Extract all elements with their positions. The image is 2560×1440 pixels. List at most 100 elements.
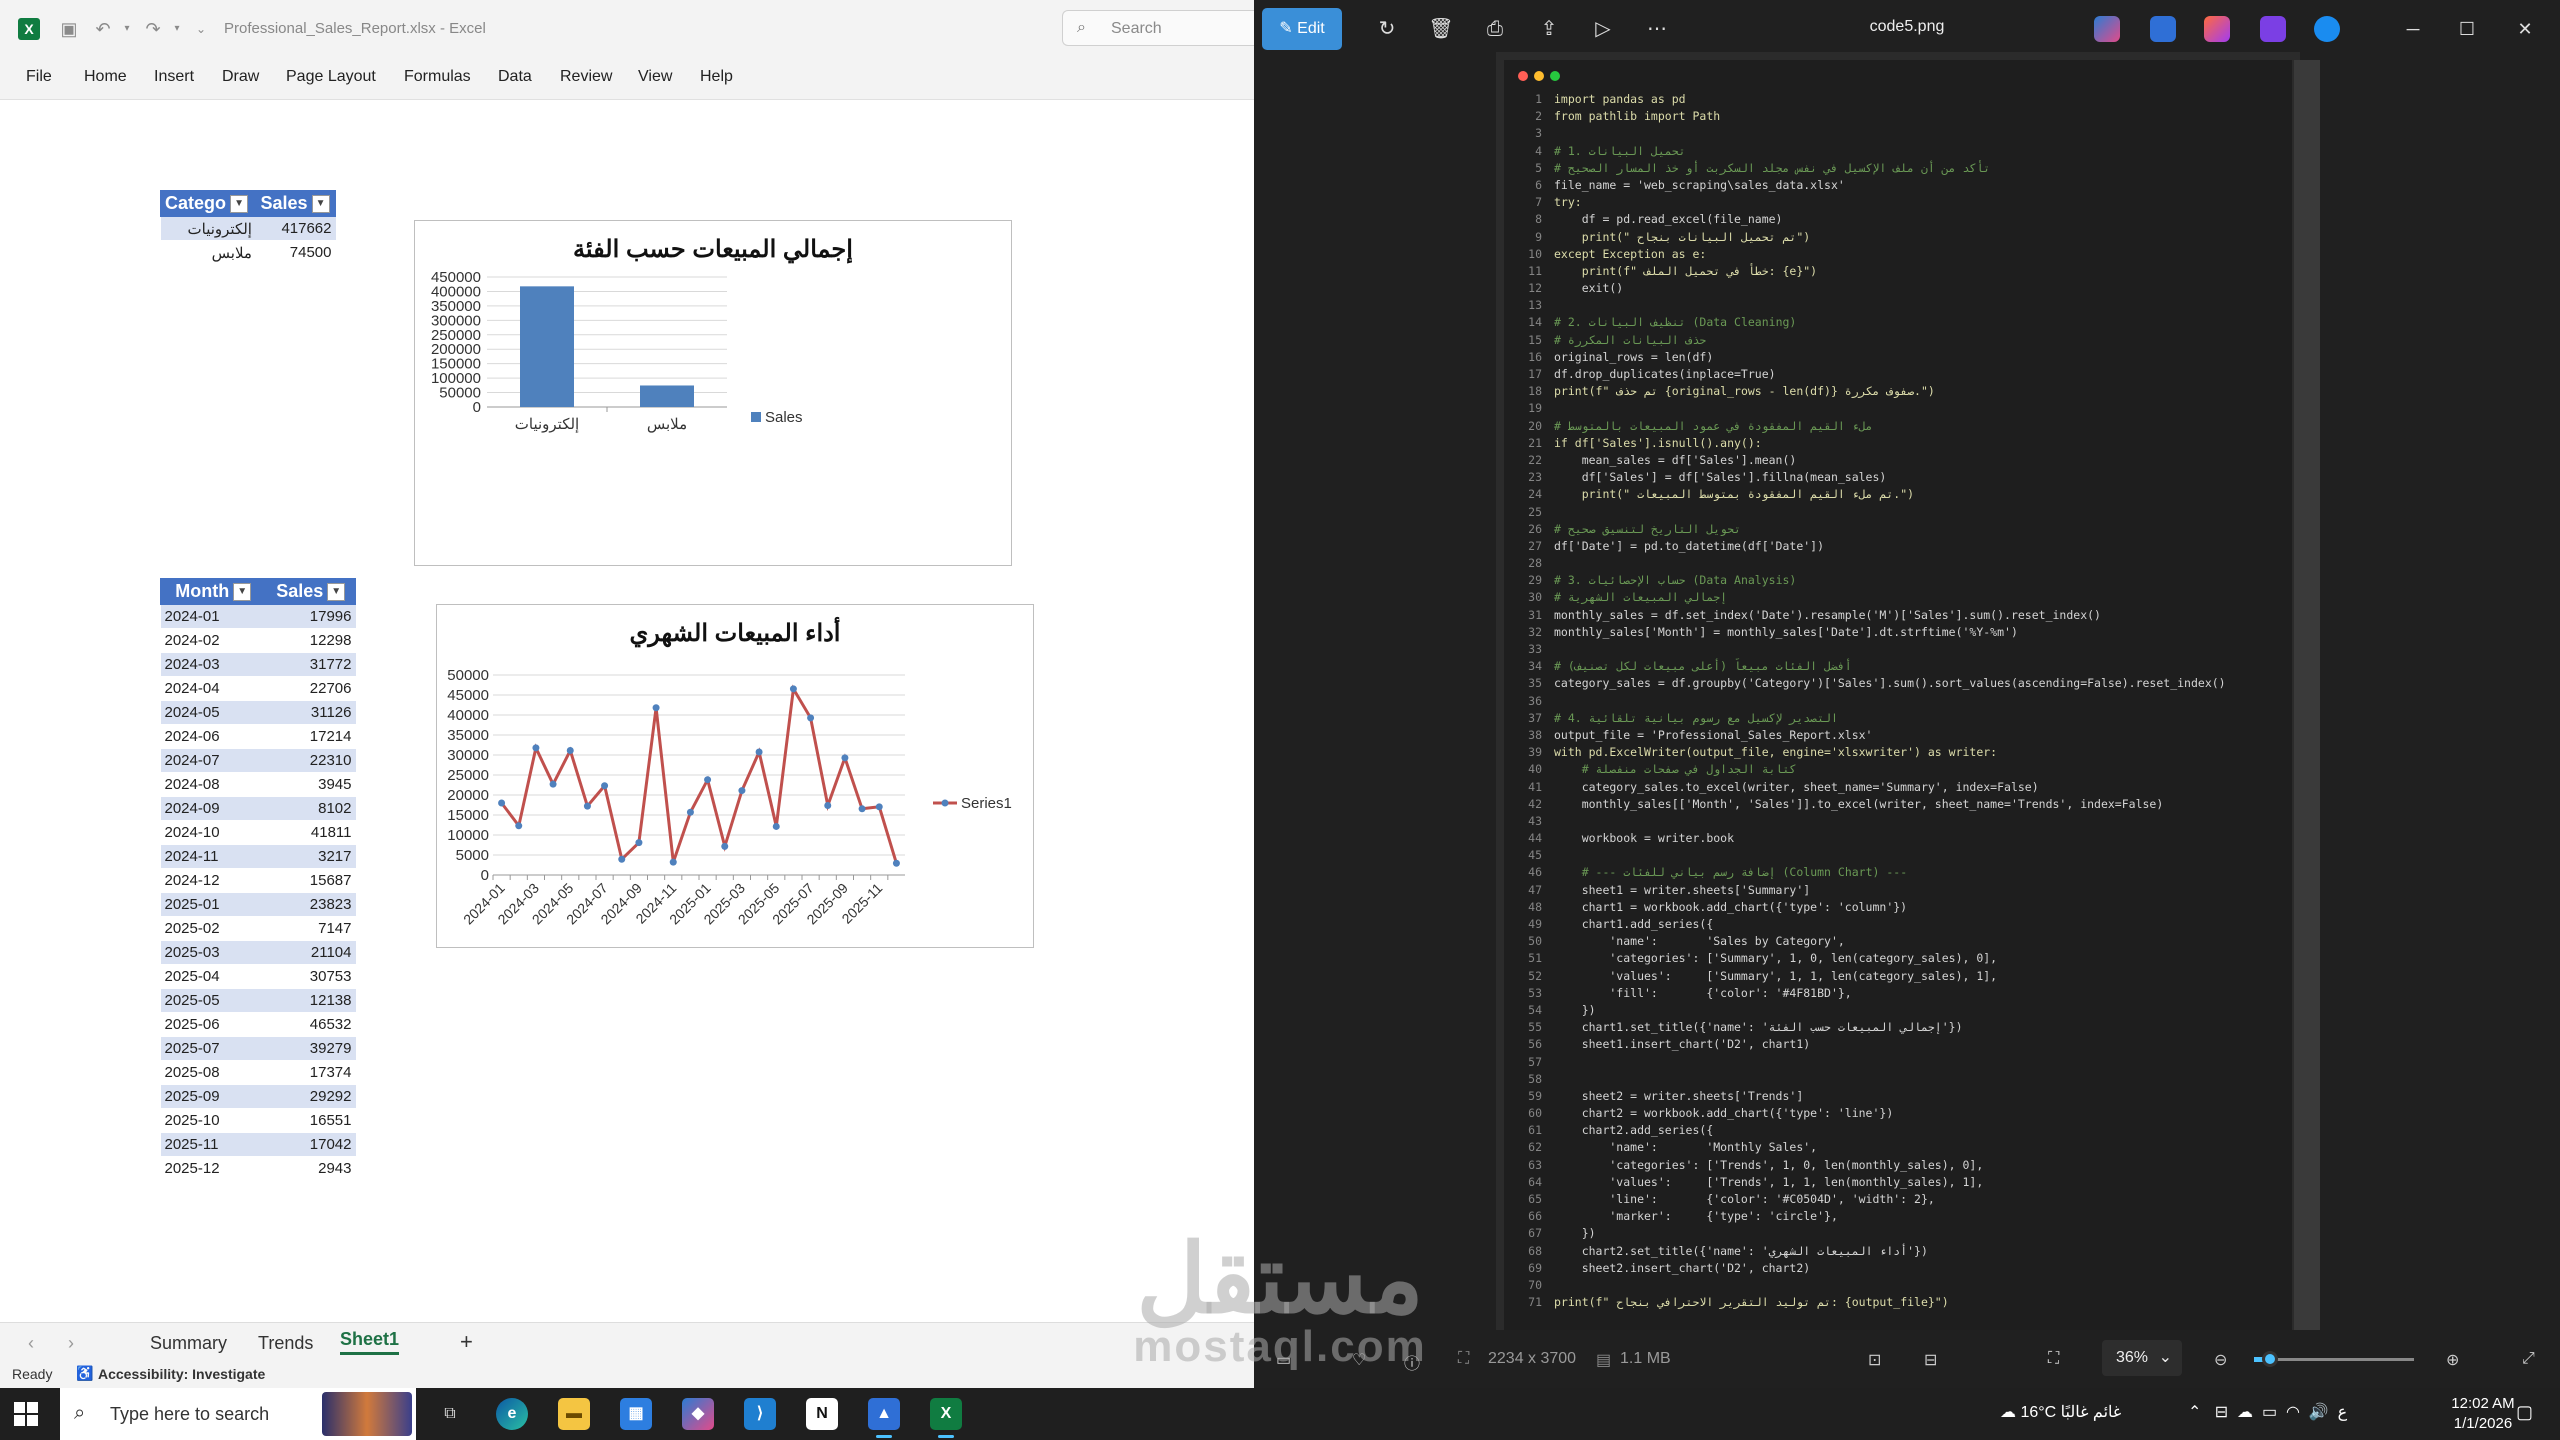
bar[interactable] xyxy=(640,385,694,407)
table-cell-label[interactable]: 2024-01 xyxy=(160,604,266,629)
copilot-taskbar-icon[interactable]: ◆ xyxy=(682,1398,714,1430)
table-row[interactable]: 2024-05 31126 xyxy=(160,700,356,725)
table-row[interactable]: 2024-03 31772 xyxy=(160,652,356,677)
system-tray[interactable]: ⌃ ⊟ ☁ ▭ ◠ 🔊 ع xyxy=(2188,1402,2347,1422)
filter-dropdown-icon[interactable]: ▼ xyxy=(233,583,252,602)
table-header-category[interactable]: Catego ▼ xyxy=(159,190,257,217)
table-cell-label[interactable]: 2024-08 xyxy=(160,772,266,797)
table-row[interactable]: 2025-04 30753 xyxy=(160,964,356,989)
table-row[interactable]: ملابس 74500 xyxy=(160,240,336,265)
zoom-slider-track[interactable] xyxy=(2254,1358,2414,1361)
table-cell-value[interactable]: 417662 xyxy=(255,216,336,241)
language-indicator[interactable]: ع xyxy=(2338,1404,2348,1421)
table-row[interactable]: 2024-12 15687 xyxy=(160,868,356,893)
tab-file[interactable]: File xyxy=(26,68,52,86)
table-cell-value[interactable]: 30753 xyxy=(265,964,356,989)
store-icon[interactable]: ▦ xyxy=(620,1398,652,1430)
table-cell-value[interactable]: 23823 xyxy=(265,892,356,917)
undo-dropdown-icon[interactable]: ▾ xyxy=(116,18,138,40)
next-sheet-icon[interactable]: › xyxy=(68,1333,74,1354)
table-cell-label[interactable]: 2024-06 xyxy=(160,724,266,749)
zoom-to-selection-icon[interactable]: ⊡ xyxy=(1868,1350,1881,1370)
data-point[interactable] xyxy=(618,855,626,863)
volume-icon[interactable]: 🔊 xyxy=(2309,1404,2329,1421)
data-point[interactable] xyxy=(566,746,574,754)
weather-widget[interactable]: ☁ 16°C غائم غالبًا xyxy=(2000,1402,2121,1422)
table-cell-label[interactable]: 2024-04 xyxy=(160,676,266,701)
table-header-sales[interactable]: Sales ▼ xyxy=(255,190,336,217)
zoom-out-icon[interactable]: ⊖ xyxy=(2214,1350,2227,1370)
data-point[interactable] xyxy=(601,782,609,790)
battery-icon[interactable]: ▭ xyxy=(2262,1404,2277,1421)
table-row[interactable]: إلكترونيات 417662 xyxy=(160,216,336,241)
table-cell-value[interactable]: 2943 xyxy=(265,1156,356,1181)
edge-icon[interactable]: e xyxy=(496,1398,528,1430)
data-point[interactable] xyxy=(807,714,815,722)
designer-icon[interactable] xyxy=(2150,16,2176,42)
windows-start-icon[interactable] xyxy=(14,1402,38,1426)
table-cell-value[interactable]: 17374 xyxy=(265,1060,356,1085)
table-cell-label[interactable]: 2025-06 xyxy=(160,1012,266,1037)
tab-insert[interactable]: Insert xyxy=(154,68,194,86)
category-sales-table[interactable]: Catego ▼ Sales ▼ إلكترونيات 417662 ملابس 7450… xyxy=(159,190,336,265)
data-point[interactable] xyxy=(841,754,849,762)
table-cell-label[interactable]: 2024-03 xyxy=(160,652,266,677)
table-cell-value[interactable]: 41811 xyxy=(265,820,356,845)
redo-icon[interactable]: ↷ xyxy=(142,18,164,40)
file-explorer-icon[interactable]: ▬ xyxy=(558,1398,590,1430)
table-cell-label[interactable]: 2025-12 xyxy=(160,1156,266,1181)
monthly-sales-table[interactable]: Month ▼ Sales ▼ 2024-01 17996 2024-02 12298 20… xyxy=(159,578,356,1181)
table-cell-label[interactable]: 2025-04 xyxy=(160,964,266,989)
filter-dropdown-icon[interactable]: ▼ xyxy=(230,195,249,214)
onedrive-icon[interactable] xyxy=(2314,16,2340,42)
table-row[interactable]: 2025-10 16551 xyxy=(160,1108,356,1133)
filter-dropdown-icon[interactable]: ▼ xyxy=(311,195,330,214)
table-row[interactable]: 2024-07 22310 xyxy=(160,748,356,773)
clock[interactable]: 12:02 AM 1/1/2026 xyxy=(2448,1394,2518,1434)
table-cell-label[interactable]: 2024-12 xyxy=(160,868,266,893)
data-point[interactable] xyxy=(583,802,591,810)
zoom-dropdown[interactable]: 36% ⌄ xyxy=(2102,1340,2182,1376)
table-row[interactable]: 2024-04 22706 xyxy=(160,676,356,701)
data-point[interactable] xyxy=(755,748,763,756)
table-cell-value[interactable]: 3945 xyxy=(265,772,356,797)
table-cell-value[interactable]: 31126 xyxy=(265,700,356,725)
table-cell-value[interactable]: 17214 xyxy=(265,724,356,749)
data-point[interactable] xyxy=(515,822,523,830)
table-cell-value[interactable]: 22310 xyxy=(265,748,356,773)
customize-qat-icon[interactable]: ⌄ xyxy=(190,18,212,40)
notification-icon[interactable]: ▢ xyxy=(2516,1402,2533,1423)
table-row[interactable]: 2025-05 12138 xyxy=(160,988,356,1013)
wifi-icon[interactable]: ◠ xyxy=(2286,1404,2300,1421)
data-point[interactable] xyxy=(772,822,780,830)
tab-review[interactable]: Review xyxy=(560,68,612,86)
clipchamp-icon[interactable] xyxy=(2260,16,2286,42)
zoom-slider-thumb[interactable] xyxy=(2262,1351,2278,1367)
table-cell-value[interactable]: 15687 xyxy=(265,868,356,893)
tab-page-layout[interactable]: Page Layout xyxy=(286,68,376,86)
onedrive-tray-icon[interactable]: ☁ xyxy=(2237,1404,2253,1421)
notion-icon[interactable]: N xyxy=(806,1398,838,1430)
table-row[interactable]: 2024-09 8102 xyxy=(160,796,356,821)
photos-taskbar-icon[interactable]: ▲ xyxy=(868,1398,900,1438)
vscode-icon[interactable]: ⟩ xyxy=(744,1398,776,1430)
table-row[interactable]: 2025-07 39279 xyxy=(160,1036,356,1061)
copilot-icon[interactable] xyxy=(2094,16,2120,42)
table-row[interactable]: 2024-10 41811 xyxy=(160,820,356,845)
table-cell-label[interactable]: إلكترونيات xyxy=(160,216,256,241)
data-point[interactable] xyxy=(669,858,677,866)
table-cell-value[interactable]: 39279 xyxy=(265,1036,356,1061)
table-cell-value[interactable]: 31772 xyxy=(265,652,356,677)
fullscreen-icon[interactable]: ⤢ xyxy=(2522,1350,2535,1368)
table-cell-label[interactable]: 2025-07 xyxy=(160,1036,266,1061)
tab-draw[interactable]: Draw xyxy=(222,68,259,86)
sheet-tab-sheet1[interactable]: Sheet1 xyxy=(340,1329,400,1355)
table-cell-label[interactable]: 2024-02 xyxy=(160,628,266,653)
task-view-icon[interactable]: ⧉ xyxy=(434,1398,466,1430)
table-cell-label[interactable]: 2024-10 xyxy=(160,820,266,845)
data-point[interactable] xyxy=(789,685,797,693)
save-icon[interactable]: ▣ xyxy=(58,18,80,40)
tab-formulas[interactable]: Formulas xyxy=(404,68,471,86)
table-cell-value[interactable]: 17996 xyxy=(265,604,356,629)
data-point[interactable] xyxy=(721,842,729,850)
